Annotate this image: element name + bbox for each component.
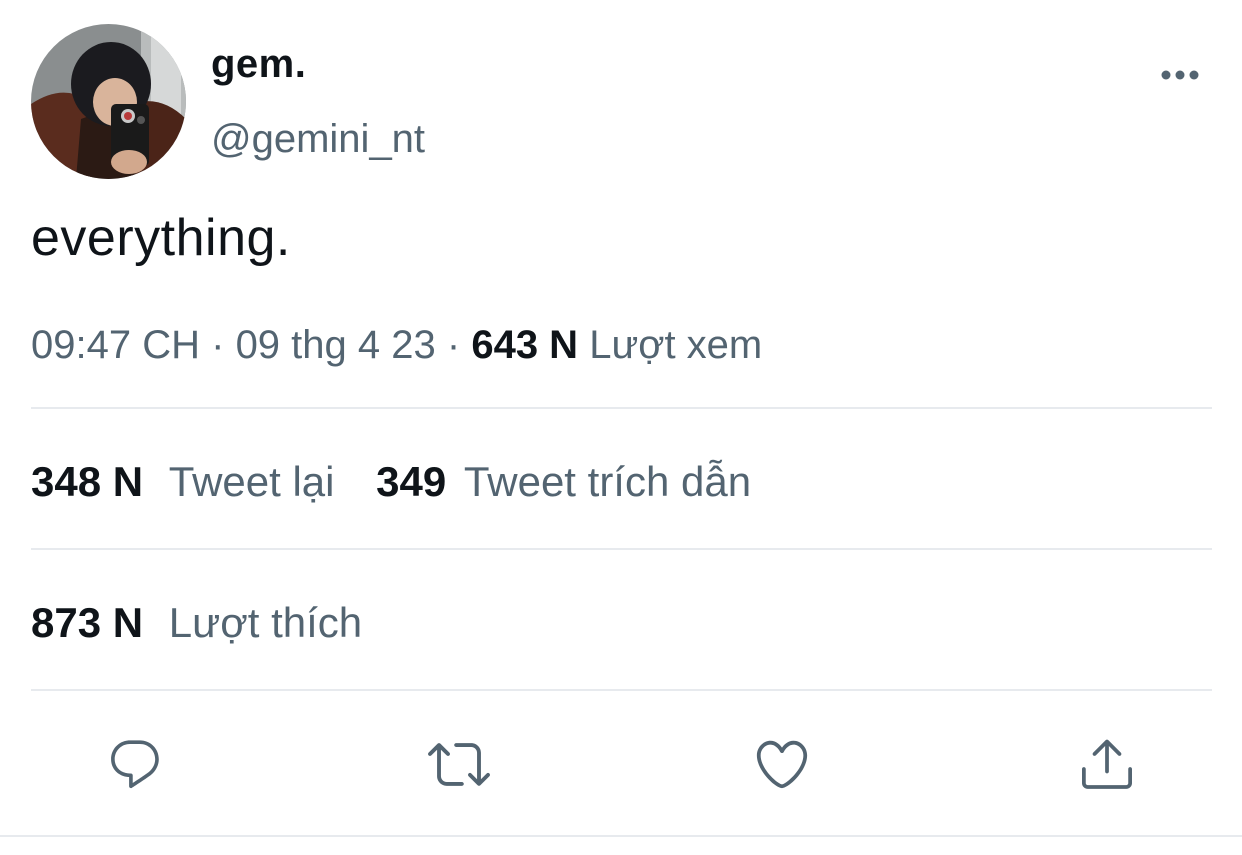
divider xyxy=(31,407,1212,409)
share-button[interactable] xyxy=(1075,732,1139,796)
retweets-count: 348 N xyxy=(31,458,144,505)
avatar[interactable] xyxy=(31,24,186,179)
retweets-stat[interactable]: 348 N Tweet lại xyxy=(31,458,346,505)
retweets-label: Tweet lại xyxy=(168,458,335,505)
heart-icon xyxy=(756,740,808,789)
divider xyxy=(31,548,1212,550)
meta-separator: · xyxy=(446,323,461,367)
meta-separator: · xyxy=(211,323,225,367)
quotes-stat[interactable]: 349 Tweet trích dẫn xyxy=(376,458,751,505)
share-icon xyxy=(1082,739,1132,789)
tweet-date[interactable]: 09 thg 4 23 xyxy=(236,323,436,367)
views-label: Lượt xem xyxy=(589,323,763,367)
retweet-stats-row: 348 N Tweet lại 349 Tweet trích dẫn xyxy=(31,458,751,506)
tweet-time[interactable]: 09:47 CH xyxy=(31,323,200,367)
retweet-button[interactable] xyxy=(427,732,491,796)
more-options-button[interactable] xyxy=(1150,55,1210,95)
likes-stats-row: 873 N Lượt thích xyxy=(31,599,362,647)
bottom-divider xyxy=(0,835,1242,837)
likes-label: Lượt thích xyxy=(168,599,363,646)
reply-icon xyxy=(111,740,159,789)
tweet-text: everything. xyxy=(31,209,291,267)
avatar-image xyxy=(31,24,186,179)
like-button[interactable] xyxy=(750,732,814,796)
likes-stat[interactable]: 873 N Lượt thích xyxy=(31,599,362,646)
more-horizontal-icon xyxy=(1161,70,1199,80)
divider xyxy=(31,689,1212,691)
author-handle[interactable]: @gemini_nt xyxy=(211,117,425,162)
retweet-icon xyxy=(428,743,490,786)
author-display-name[interactable]: gem. xyxy=(211,42,306,87)
reply-button[interactable] xyxy=(103,732,167,796)
views-count: 643 N xyxy=(471,323,579,367)
quotes-count: 349 xyxy=(376,458,447,505)
quotes-label: Tweet trích dẫn xyxy=(463,458,752,505)
likes-count: 873 N xyxy=(31,599,144,646)
tweet-meta: 09:47 CH · 09 thg 4 23 · 643 N Lượt xem xyxy=(31,323,762,368)
